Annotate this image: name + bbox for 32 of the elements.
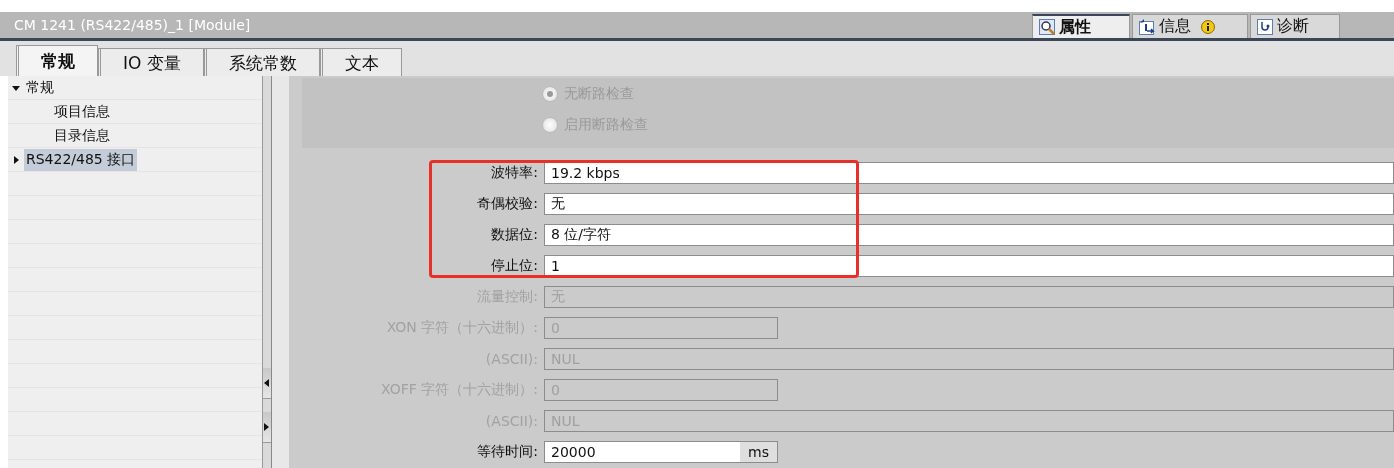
input-field[interactable]: 1 (544, 254, 1394, 277)
right-arrow-icon (264, 423, 270, 431)
tab[interactable]: IO 变量 (98, 48, 204, 76)
inspector-tab[interactable]: 诊断 (1250, 14, 1340, 38)
tab[interactable]: 常规 (16, 45, 98, 76)
collapse-left-button[interactable] (263, 368, 271, 399)
field-label: 等待时间: (476, 442, 539, 461)
inspector-tab[interactable]: 信息 (1132, 14, 1248, 38)
expand-arrow-icon[interactable] (12, 156, 20, 164)
unit-label: ms (740, 441, 777, 462)
info-document-icon (1139, 18, 1155, 35)
field-label: 数据位: (490, 225, 539, 244)
magnifier-icon (1039, 19, 1055, 35)
field-label: 奇偶校验: (476, 194, 539, 213)
left-arrow-icon (264, 379, 270, 387)
window-title: CM 1241 (RS422/485)_1 [Module] (13, 16, 251, 35)
tab[interactable]: 文本 (319, 48, 402, 76)
tree-item[interactable]: 常规 (24, 77, 56, 99)
input-field[interactable]: 8 位/字符 (544, 223, 1394, 246)
tree-item[interactable]: 项目信息 (52, 101, 112, 123)
stethoscope-icon (1257, 18, 1273, 35)
tree-item[interactable]: RS422/485 接口 (24, 149, 138, 171)
tree-item[interactable]: 目录信息 (52, 125, 112, 147)
expand-right-button[interactable] (263, 412, 271, 443)
tab[interactable]: 系统常数 (203, 48, 320, 76)
input-field[interactable]: 无 (544, 192, 1394, 215)
collapse-arrow-icon[interactable] (12, 84, 20, 92)
input-field[interactable]: 20000 ms (544, 440, 778, 463)
field-label: 停止位: (490, 256, 539, 275)
inspector-tab[interactable]: 属性 (1032, 14, 1130, 38)
field-label: 波特率: (490, 163, 539, 182)
input-field[interactable]: 19.2 kbps (544, 161, 1394, 184)
